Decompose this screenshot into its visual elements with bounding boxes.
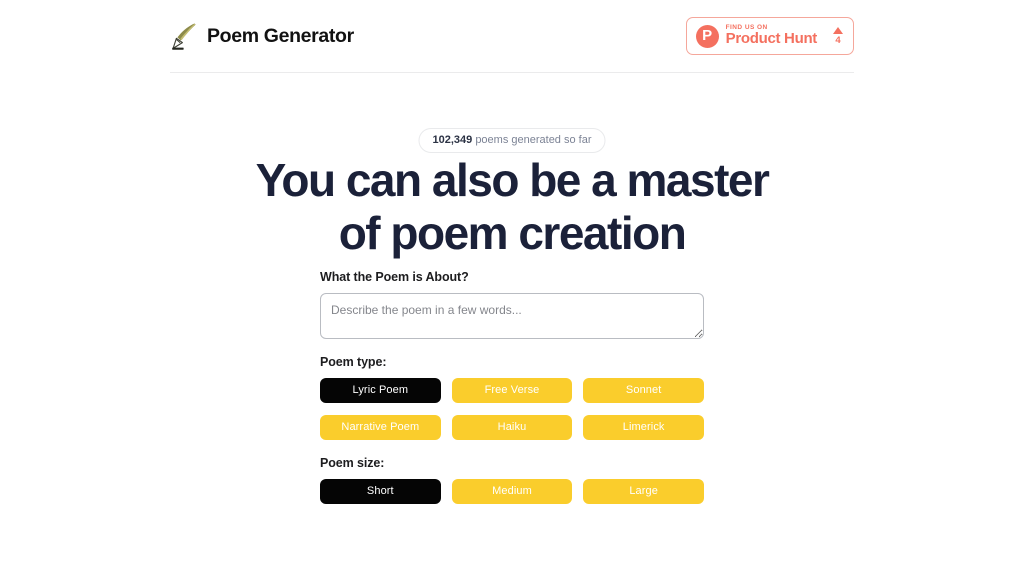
product-hunt-badge[interactable]: P FIND US ON Product Hunt 4 [685,17,854,55]
brand-title: Poem Generator [207,24,354,47]
poems-generated-count: 102,349 [432,134,473,146]
poem-size-option-large[interactable]: Large [583,479,704,504]
product-hunt-upvote[interactable]: 4 [833,26,843,46]
poem-size-option-short[interactable]: Short [320,479,441,504]
poems-generated-suffix: poems generated so far [472,134,592,146]
product-hunt-logo-letter: P [702,27,713,44]
quill-pen-icon [172,23,196,50]
poem-type-option-limerick[interactable]: Limerick [583,415,704,440]
poem-size-label: Poem size: [320,456,385,470]
poem-type-options: Lyric Poem Free Verse Sonnet Narrative P… [320,378,704,440]
product-hunt-logo-icon: P [695,24,719,48]
brand[interactable]: Poem Generator [170,21,354,51]
product-hunt-vote-count: 4 [835,34,841,46]
poem-form: What the Poem is About? Poem type: Lyric… [320,270,704,504]
product-hunt-text: FIND US ON Product Hunt [725,24,818,48]
triangle-up-icon [833,26,843,34]
poem-type-option-free-verse[interactable]: Free Verse [451,378,573,403]
page-title-line-1: You can also be a master [255,154,770,206]
poem-topic-input[interactable] [320,293,704,339]
poem-type-option-haiku[interactable]: Haiku [451,415,573,440]
poems-generated-counter: 102,349 poems generated so far [418,128,606,154]
poem-type-option-narrative-poem[interactable]: Narrative Poem [320,415,441,440]
topic-label: What the Poem is About? [320,270,469,284]
poem-type-option-sonnet[interactable]: Sonnet [583,378,704,403]
poem-type-option-lyric-poem[interactable]: Lyric Poem [320,378,441,403]
site-header: Poem Generator P FIND US ON Product Hunt… [170,0,854,73]
poem-size-option-medium[interactable]: Medium [451,479,573,504]
poem-generator-page: Poem Generator P FIND US ON Product Hunt… [0,0,1024,576]
page-title: You can also be a master of poem creatio… [0,157,1024,256]
page-title-line-2: of poem creation [338,207,687,259]
poem-type-label: Poem type: [320,355,387,369]
product-hunt-name: Product Hunt [725,30,818,48]
poem-size-options: Short Medium Large [320,479,704,504]
